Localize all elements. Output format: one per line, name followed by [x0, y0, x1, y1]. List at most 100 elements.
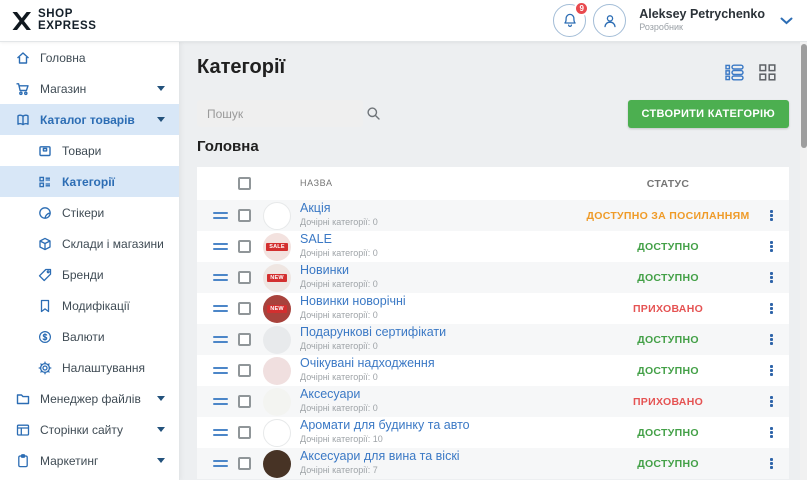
row-menu-button[interactable] — [753, 458, 789, 469]
sidebar-item-marketing[interactable]: Маркетинг — [0, 445, 179, 476]
folder-icon — [14, 391, 31, 407]
category-link[interactable]: Аромати для будинку та авто — [300, 419, 583, 432]
row-menu-button[interactable] — [753, 365, 789, 376]
category-link[interactable]: Подарункові сертифікати — [300, 326, 583, 339]
vertical-scrollbar[interactable] — [800, 42, 807, 480]
drag-handle[interactable] — [213, 460, 228, 467]
table-row: Акція Дочірні категорії: 0 ДОСТУПНО ЗА П… — [197, 200, 789, 231]
category-thumbnail — [263, 326, 291, 354]
brand-x-icon — [10, 10, 32, 32]
row-checkbox[interactable] — [238, 457, 251, 470]
grid-view-button[interactable] — [759, 64, 776, 81]
search-box — [197, 100, 363, 127]
children-count: Дочірні категорії: 0 — [300, 371, 583, 384]
category-thumbnail — [263, 388, 291, 416]
gear-icon — [36, 360, 53, 376]
category-thumbnail: NEW — [263, 295, 291, 323]
thumbnail-badge: NEW — [267, 274, 286, 282]
category-link[interactable]: SALE — [300, 233, 583, 246]
status-label: ДОСТУПНО — [583, 365, 753, 377]
user-icon — [601, 12, 619, 30]
sidebar-item-home[interactable]: Головна — [0, 42, 179, 73]
row-checkbox[interactable] — [238, 271, 251, 284]
status-label: ДОСТУПНО — [583, 334, 753, 346]
notification-count-badge: 9 — [574, 1, 589, 16]
search-icon[interactable] — [366, 106, 381, 121]
drag-handle[interactable] — [213, 367, 228, 374]
drag-handle[interactable] — [213, 336, 228, 343]
thumbnail-badge: NEW — [267, 305, 286, 313]
sidebar-item-catalog[interactable]: Каталог товарів — [0, 104, 179, 135]
drag-handle[interactable] — [213, 243, 228, 250]
children-count: Дочірні категорії: 0 — [300, 402, 583, 415]
row-checkbox[interactable] — [238, 395, 251, 408]
sidebar-item-modifications[interactable]: Модифікації — [0, 290, 179, 321]
category-link[interactable]: Акція — [300, 202, 583, 215]
drag-handle[interactable] — [213, 274, 228, 281]
row-checkbox[interactable] — [238, 426, 251, 439]
sidebar-item-categories[interactable]: Категорії — [0, 166, 179, 197]
category-link[interactable]: Очікувані надходження — [300, 357, 583, 370]
select-all-checkbox[interactable] — [238, 177, 251, 190]
sidebar-item-currencies[interactable]: Валюти — [0, 321, 179, 352]
row-checkbox[interactable] — [238, 333, 251, 346]
row-checkbox[interactable] — [238, 364, 251, 377]
sidebar-item-brands[interactable]: Бренди — [0, 259, 179, 290]
category-link[interactable]: Новинки новорічні — [300, 295, 583, 308]
sidebar: Головна Магазин Каталог товарів Товари — [0, 42, 180, 480]
children-count: Дочірні категорії: 0 — [300, 340, 583, 353]
row-checkbox[interactable] — [238, 302, 251, 315]
row-checkbox[interactable] — [238, 209, 251, 222]
main-content: Категорії СТВОРИТИ КАТЕГОРІЮ Головна — [180, 42, 800, 480]
row-checkbox[interactable] — [238, 240, 251, 253]
avatar[interactable] — [593, 4, 626, 37]
chevron-down-icon — [157, 117, 165, 122]
row-menu-button[interactable] — [753, 303, 789, 314]
chevron-down-icon — [157, 86, 165, 91]
row-menu-button[interactable] — [753, 241, 789, 252]
drag-handle[interactable] — [213, 398, 228, 405]
status-label: ДОСТУПНО ЗА ПОСИЛАННЯМ — [583, 210, 753, 222]
tag-icon — [36, 267, 53, 283]
drag-handle[interactable] — [213, 305, 228, 312]
row-menu-button[interactable] — [753, 272, 789, 283]
scrollbar-thumb[interactable] — [801, 44, 807, 148]
status-label: ДОСТУПНО — [583, 427, 753, 439]
table-row: NEW Новинки новорічні Дочірні категорії:… — [197, 293, 789, 324]
table-row: Аксесуари Дочірні категорії: 0 ПРИХОВАНО — [197, 386, 789, 417]
row-menu-button[interactable] — [753, 334, 789, 345]
sidebar-item-products[interactable]: Товари — [0, 135, 179, 166]
chevron-down-icon — [157, 427, 165, 432]
row-menu-button[interactable] — [753, 210, 789, 221]
status-label: ПРИХОВАНО — [583, 303, 753, 315]
sidebar-item-warehouses[interactable]: Склади і магазини — [0, 228, 179, 259]
list-view-button[interactable] — [725, 64, 744, 81]
categories-list-icon — [36, 174, 53, 190]
sidebar-item-settings[interactable]: Налаштування — [0, 352, 179, 383]
category-link[interactable]: Новинки — [300, 264, 583, 277]
table-row: Аромати для будинку та авто Дочірні кате… — [197, 417, 789, 448]
sidebar-item-shop[interactable]: Магазин — [0, 73, 179, 104]
drag-handle[interactable] — [213, 212, 228, 219]
sidebar-item-stickers[interactable]: Стікери — [0, 197, 179, 228]
drag-handle[interactable] — [213, 429, 228, 436]
category-link[interactable]: Аксесуари — [300, 388, 583, 401]
sidebar-item-file-manager[interactable]: Менеджер файлів — [0, 383, 179, 414]
user-menu-chevron-icon[interactable] — [780, 17, 793, 25]
chevron-down-icon — [157, 396, 165, 401]
thumbnail-badge: SALE — [266, 243, 287, 251]
table-row: Подарункові сертифікати Дочірні категорі… — [197, 324, 789, 355]
create-category-button[interactable]: СТВОРИТИ КАТЕГОРІЮ — [628, 100, 790, 128]
children-count: Дочірні категорії: 10 — [300, 433, 583, 446]
cart-icon — [14, 81, 31, 97]
notifications-button[interactable]: 9 — [553, 4, 586, 37]
children-count: Дочірні категорії: 7 — [300, 464, 583, 477]
table-row: SALE SALE Дочірні категорії: 0 ДОСТУПНО — [197, 231, 789, 262]
sidebar-item-site-pages[interactable]: Сторінки сайту — [0, 414, 179, 445]
row-menu-button[interactable] — [753, 427, 789, 438]
brand-logo[interactable]: SHOP EXPRESS — [10, 9, 180, 32]
search-input[interactable] — [197, 107, 366, 121]
row-menu-button[interactable] — [753, 396, 789, 407]
category-thumbnail: SALE — [263, 233, 291, 261]
category-link[interactable]: Аксесуари для вина та віскі — [300, 450, 583, 463]
